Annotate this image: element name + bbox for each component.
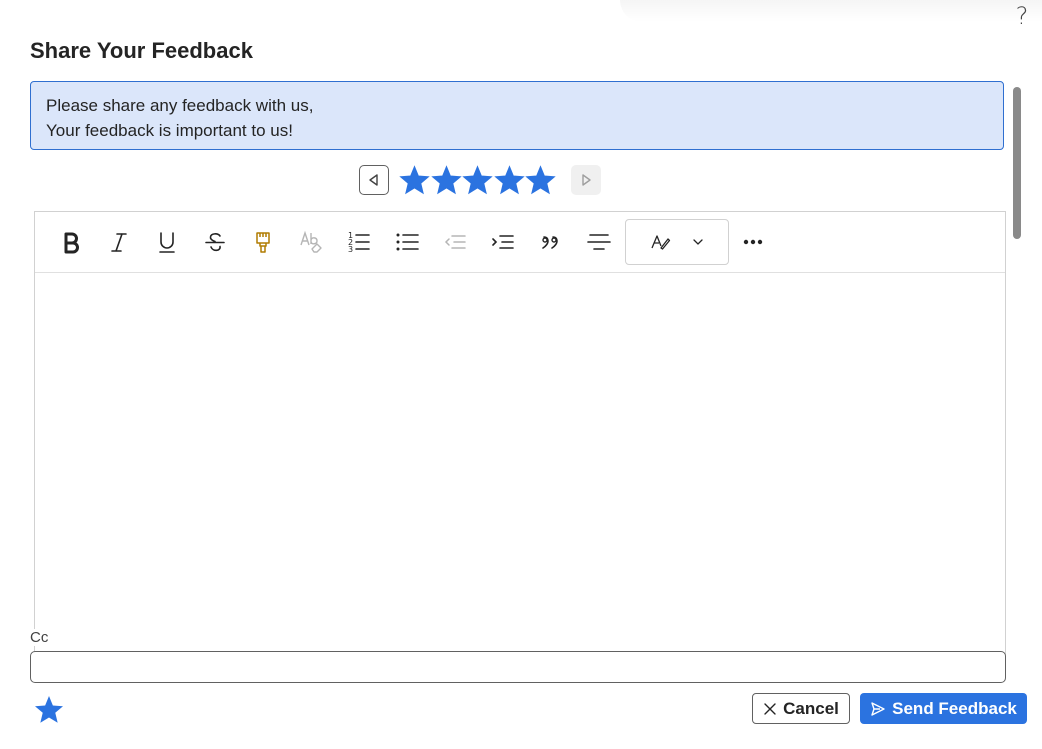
send-feedback-button[interactable]: Send Feedback	[860, 693, 1027, 724]
bulleted-list-button[interactable]	[383, 218, 431, 266]
send-icon	[871, 701, 885, 716]
rating-control	[359, 163, 601, 197]
more-options-icon	[743, 239, 763, 245]
rating-star-4[interactable]	[493, 164, 525, 196]
increase-indent-button[interactable]	[479, 218, 527, 266]
svg-text:3: 3	[348, 245, 353, 254]
feedback-editor: 1 2 3	[34, 211, 1006, 656]
send-feedback-label: Send Feedback	[892, 698, 1017, 718]
rating-stars	[399, 164, 557, 196]
format-painter-icon	[256, 232, 270, 253]
italic-icon	[111, 233, 127, 252]
strikethrough-button[interactable]	[191, 218, 239, 266]
info-line-2: Your feedback is important to us!	[46, 121, 293, 140]
cancel-label: Cancel	[783, 698, 839, 718]
chevron-down-icon	[693, 239, 703, 245]
more-options-button[interactable]	[729, 218, 777, 266]
quote-icon	[542, 236, 558, 249]
clear-formatting-button[interactable]	[287, 218, 335, 266]
format-painter-button[interactable]	[239, 218, 287, 266]
star-icon	[35, 696, 63, 723]
scrollbar-thumb[interactable]	[1013, 87, 1021, 239]
rating-star-1[interactable]	[399, 164, 430, 196]
bulleted-list-icon	[396, 233, 419, 251]
rating-increase-button[interactable]	[570, 165, 601, 195]
bold-icon	[64, 232, 79, 254]
numbered-list-button[interactable]: 1 2 3	[335, 218, 383, 266]
quote-button[interactable]	[527, 218, 575, 266]
formatting-toolbar: 1 2 3	[35, 212, 1005, 273]
rating-star-3[interactable]	[462, 164, 493, 196]
editor-content-area[interactable]	[35, 273, 1005, 655]
numbered-list-icon: 1 2 3	[348, 231, 370, 254]
rating-decrease-button[interactable]	[359, 165, 389, 195]
cc-label: Cc	[30, 629, 53, 646]
help-icon: ?	[1015, 2, 1029, 30]
decrease-indent-icon	[444, 235, 466, 249]
cc-input[interactable]	[30, 651, 1006, 683]
close-icon	[764, 702, 776, 715]
dialog-title: Share Your Feedback	[30, 38, 253, 63]
styles-dropdown-icon	[651, 235, 671, 250]
underline-button[interactable]	[143, 218, 191, 266]
strikethrough-icon	[205, 233, 225, 252]
decrease-indent-button[interactable]	[431, 218, 479, 266]
rating-star-5[interactable]	[525, 164, 556, 196]
rating-star-2[interactable]	[430, 164, 462, 196]
triangle-left-icon	[369, 174, 378, 186]
clear-formatting-icon	[300, 230, 322, 253]
cancel-button[interactable]: Cancel	[752, 693, 850, 724]
help-button[interactable]: ?	[1010, 2, 1034, 30]
italic-button[interactable]	[95, 218, 143, 266]
align-center-button[interactable]	[575, 218, 623, 266]
top-shadow	[620, 0, 1042, 22]
styles-dropdown[interactable]	[625, 219, 729, 265]
underline-icon	[159, 232, 175, 253]
triangle-right-icon	[581, 174, 591, 186]
align-center-icon	[587, 234, 611, 250]
bold-button[interactable]	[47, 218, 95, 266]
info-line-1: Please share any feedback with us,	[46, 96, 314, 115]
increase-indent-icon	[492, 235, 514, 249]
info-message: Please share any feedback with us, Your …	[30, 81, 1004, 150]
